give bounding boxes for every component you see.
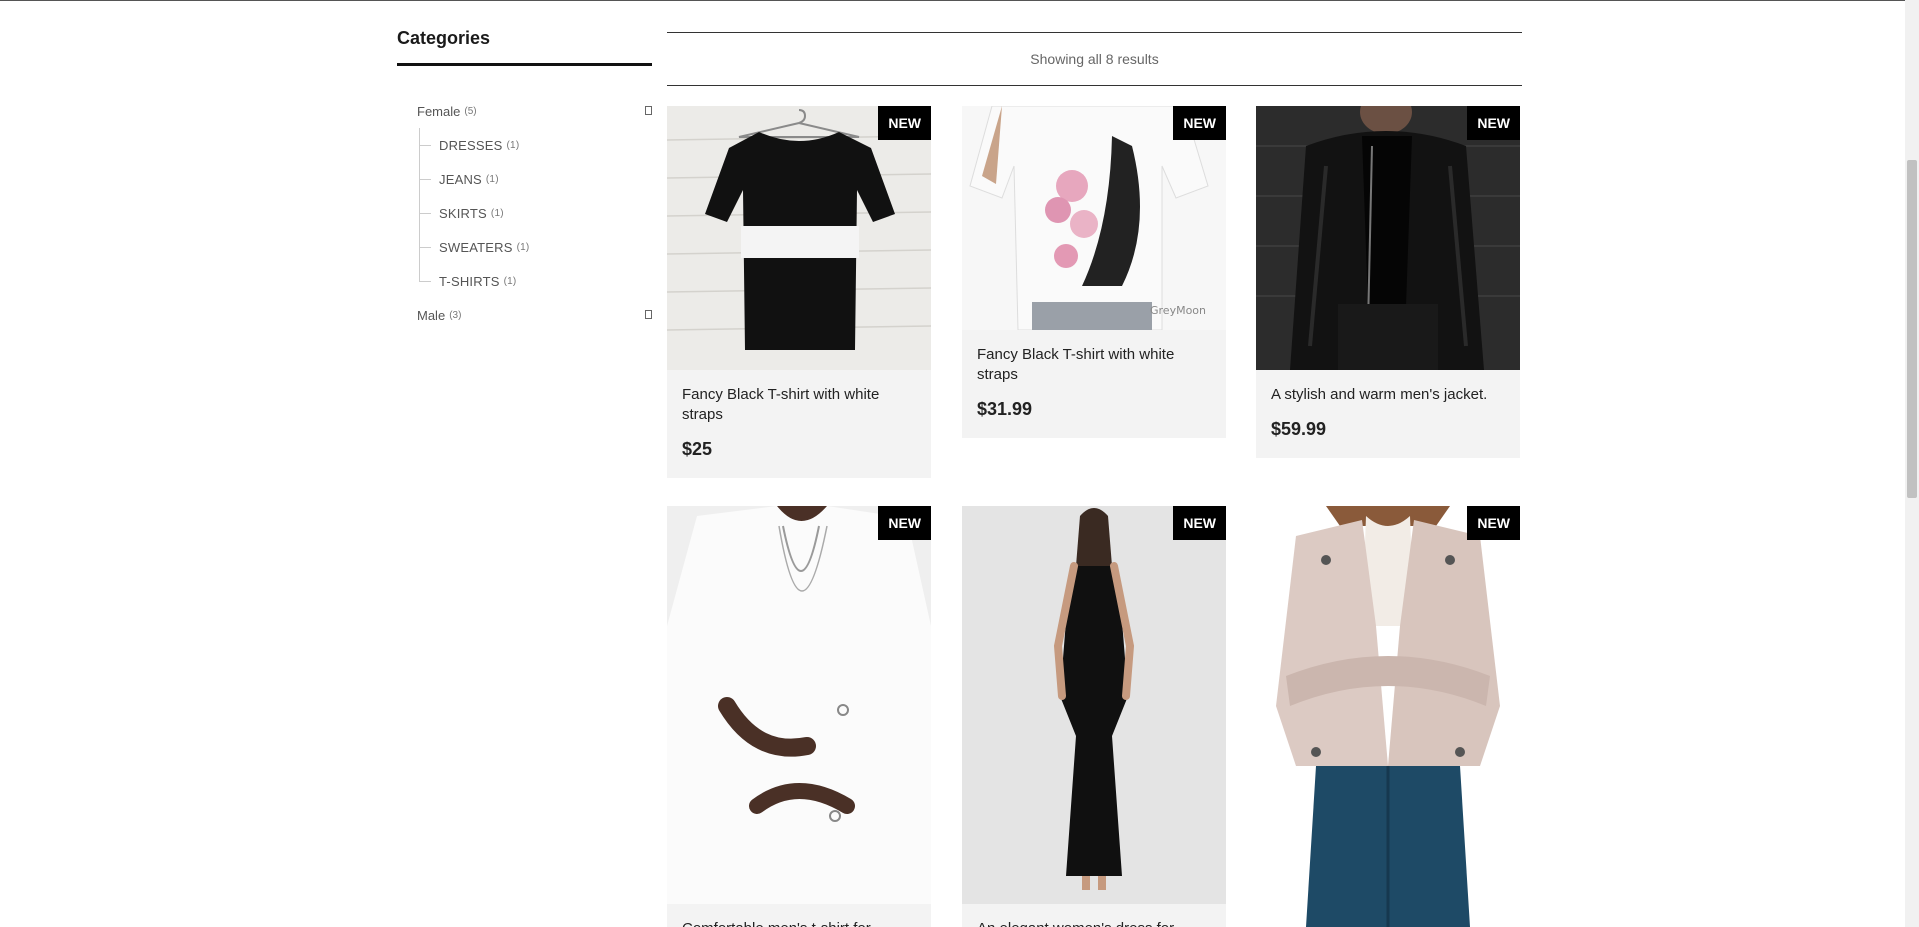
subcategory-count: (1) (485, 173, 499, 185)
product-card[interactable]: NEW Fancy Black T-shirt with white strap… (667, 106, 931, 478)
page-scrollbar[interactable] (1905, 0, 1919, 927)
category-count: (5) (464, 105, 477, 117)
product-title[interactable]: Fancy Black T-shirt with white straps (682, 385, 916, 425)
subcategory-label[interactable]: T-SHIRTS (439, 274, 500, 289)
subcategory-t-shirts[interactable]: T-SHIRTS (1) (419, 264, 652, 298)
product-price: $31.99 (977, 399, 1033, 419)
subcategory-label[interactable]: JEANS (439, 172, 482, 187)
subcategory-label[interactable]: SWEATERS (439, 240, 513, 255)
product-info: A stylish and warm men's jacket. $59.99 (1256, 370, 1520, 458)
top-border (0, 0, 1919, 1)
category-list: Female (5) DRESSES (1) JEANS (1) SKIRTS … (397, 94, 652, 332)
new-badge: NEW (1467, 106, 1520, 140)
subcategory-label[interactable]: SKIRTS (439, 206, 487, 221)
product-card[interactable]: NEW An elegant women's dress for (962, 506, 1226, 927)
new-badge: NEW (878, 106, 931, 140)
results-count-bar: Showing all 8 results (667, 32, 1522, 86)
subcategory-label[interactable]: DRESSES (439, 138, 503, 153)
product-title[interactable]: Fancy Black T-shirt with white straps (977, 345, 1211, 385)
product-price: $59.99 (1271, 419, 1327, 439)
collapse-toggle-icon[interactable] (645, 106, 652, 115)
subcategory-skirts[interactable]: SKIRTS (1) (419, 196, 652, 230)
subcategory-count: (1) (490, 207, 504, 219)
category-female[interactable]: Female (5) (397, 94, 652, 128)
category-male[interactable]: Male (3) (397, 298, 652, 332)
svg-text:GreyMoon: GreyMoon (1150, 304, 1206, 317)
category-sidebar: Categories Female (5) DRESSES (1) JEANS … (397, 28, 652, 332)
subcategory-count: (1) (516, 241, 530, 253)
new-badge: NEW (1173, 106, 1226, 140)
product-image-white-top[interactable]: GreyMoon NEW (962, 106, 1226, 330)
category-count: (3) (449, 309, 462, 321)
product-image-black-dress[interactable]: NEW (962, 506, 1226, 904)
subcategory-count: (1) (506, 139, 520, 151)
product-info: Fancy Black T-shirt with white straps $2… (667, 370, 931, 478)
product-image-leather-jacket[interactable]: NEW (1256, 106, 1520, 370)
product-card[interactable]: NEW A stylish and warm men's jacket. $59… (1256, 106, 1520, 458)
subcategory-jeans[interactable]: JEANS (1) (419, 162, 652, 196)
product-image-pink-jacket[interactable]: NEW (1256, 506, 1520, 927)
product-info: Fancy Black T-shirt with white straps $3… (962, 330, 1226, 438)
sidebar-divider (397, 63, 652, 66)
sidebar-title: Categories (397, 28, 491, 48)
product-info: Comfortable men's t-shirt for (667, 904, 931, 927)
product-title[interactable]: An elegant women's dress for (977, 919, 1211, 927)
subcategory-count: (1) (503, 275, 517, 287)
results-count-text: Showing all 8 results (1030, 51, 1159, 67)
product-title[interactable]: A stylish and warm men's jacket. (1271, 385, 1505, 405)
product-image-black-tshirt[interactable]: NEW (667, 106, 931, 370)
scrollbar-thumb[interactable] (1907, 160, 1917, 498)
collapse-toggle-icon[interactable] (645, 310, 652, 319)
category-label[interactable]: Male (417, 308, 445, 323)
new-badge: NEW (1467, 506, 1520, 540)
female-subcategory-list: DRESSES (1) JEANS (1) SKIRTS (1) SWEATER… (419, 128, 652, 298)
product-info: An elegant women's dress for (962, 904, 1226, 927)
subcategory-dresses[interactable]: DRESSES (1) (419, 128, 652, 162)
product-title[interactable]: Comfortable men's t-shirt for (682, 919, 916, 927)
product-price: $25 (682, 439, 713, 459)
product-image-white-tshirt[interactable]: NEW (667, 506, 931, 904)
product-card[interactable]: NEW (1256, 506, 1520, 927)
product-card[interactable]: NEW Comfortable men's t-shirt for (667, 506, 931, 927)
new-badge: NEW (1173, 506, 1226, 540)
subcategory-sweaters[interactable]: SWEATERS (1) (419, 230, 652, 264)
new-badge: NEW (878, 506, 931, 540)
product-card[interactable]: GreyMoon NEW Fancy Black T-shirt with wh… (962, 106, 1226, 438)
category-label[interactable]: Female (417, 104, 460, 119)
